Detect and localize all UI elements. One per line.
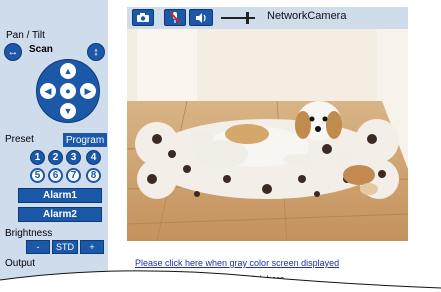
home-position-button[interactable]: ●	[60, 83, 76, 99]
camera-toolbar: NetworkCamera	[127, 7, 408, 29]
speaker-button[interactable]	[189, 9, 213, 26]
brightness-std-button[interactable]: STD	[52, 240, 78, 254]
brightness-plus-button[interactable]: +	[80, 240, 104, 254]
brightness-label: Brightness	[5, 228, 53, 239]
brightness-minus-button[interactable]: -	[26, 240, 50, 254]
arrow-right-icon: ▶	[84, 85, 92, 96]
pan-tilt-label: Pan / Tilt	[6, 30, 45, 41]
preset-8-button[interactable]: 8	[86, 168, 101, 183]
pan-left-button[interactable]: ◀	[40, 83, 56, 99]
speaker-icon	[196, 12, 206, 23]
preset-5-button[interactable]: 5	[30, 168, 45, 183]
direction-pad: ▲ ◀ ● ▶ ▼	[36, 59, 100, 123]
gray-screen-help-link[interactable]: Please click here when gray color screen…	[135, 258, 339, 268]
camera-title: NetworkCamera	[267, 10, 347, 22]
volume-slider-track[interactable]	[221, 17, 255, 19]
alarm2-button[interactable]: Alarm2	[18, 207, 102, 222]
program-button[interactable]: Program	[63, 133, 107, 147]
vertical-arrows-icon: ↕	[93, 46, 99, 58]
camera-scene	[127, 29, 408, 241]
pan-right-button[interactable]: ▶	[80, 83, 96, 99]
preset-4-button[interactable]: 4	[86, 150, 101, 165]
volume-slider-handle[interactable]	[245, 12, 249, 24]
camera-image[interactable]	[127, 29, 408, 241]
microphone-muted-icon	[169, 11, 181, 24]
preset-2-button[interactable]: 2	[48, 150, 63, 165]
arrow-up-icon: ▲	[63, 66, 73, 76]
preset-1-button[interactable]: 1	[30, 150, 45, 165]
control-panel: Pan / Tilt ↔ Scan ↕ ▲ ◀ ● ▶ ▼ Preset Pro…	[0, 0, 108, 292]
preset-3-button[interactable]: 3	[66, 150, 81, 165]
home-dot-icon: ●	[65, 86, 71, 96]
audio-help-text[interactable]: r the audio, please click here.	[170, 274, 287, 284]
preset-label: Preset	[5, 134, 34, 145]
pan-scan-button[interactable]: ↔	[4, 43, 22, 61]
preset-7-button[interactable]: 7	[66, 168, 81, 183]
network-camera-viewer: Pan / Tilt ↔ Scan ↕ ▲ ◀ ● ▶ ▼ Preset Pro…	[0, 0, 441, 292]
pan-up-button[interactable]: ▲	[60, 63, 76, 79]
mute-microphone-button[interactable]	[164, 9, 186, 26]
preset-6-button[interactable]: 6	[48, 168, 63, 183]
snapshot-button[interactable]	[132, 9, 154, 26]
tilt-scan-button[interactable]: ↕	[87, 43, 105, 61]
arrow-down-icon: ▼	[63, 106, 73, 116]
arrow-left-icon: ◀	[44, 85, 52, 96]
output-label: Output	[5, 258, 36, 269]
pan-down-button[interactable]: ▼	[60, 103, 76, 119]
horizontal-arrows-icon: ↔	[7, 46, 19, 58]
alarm1-button[interactable]: Alarm1	[18, 188, 102, 203]
scan-label: Scan	[29, 44, 53, 55]
camera-icon	[137, 13, 149, 22]
